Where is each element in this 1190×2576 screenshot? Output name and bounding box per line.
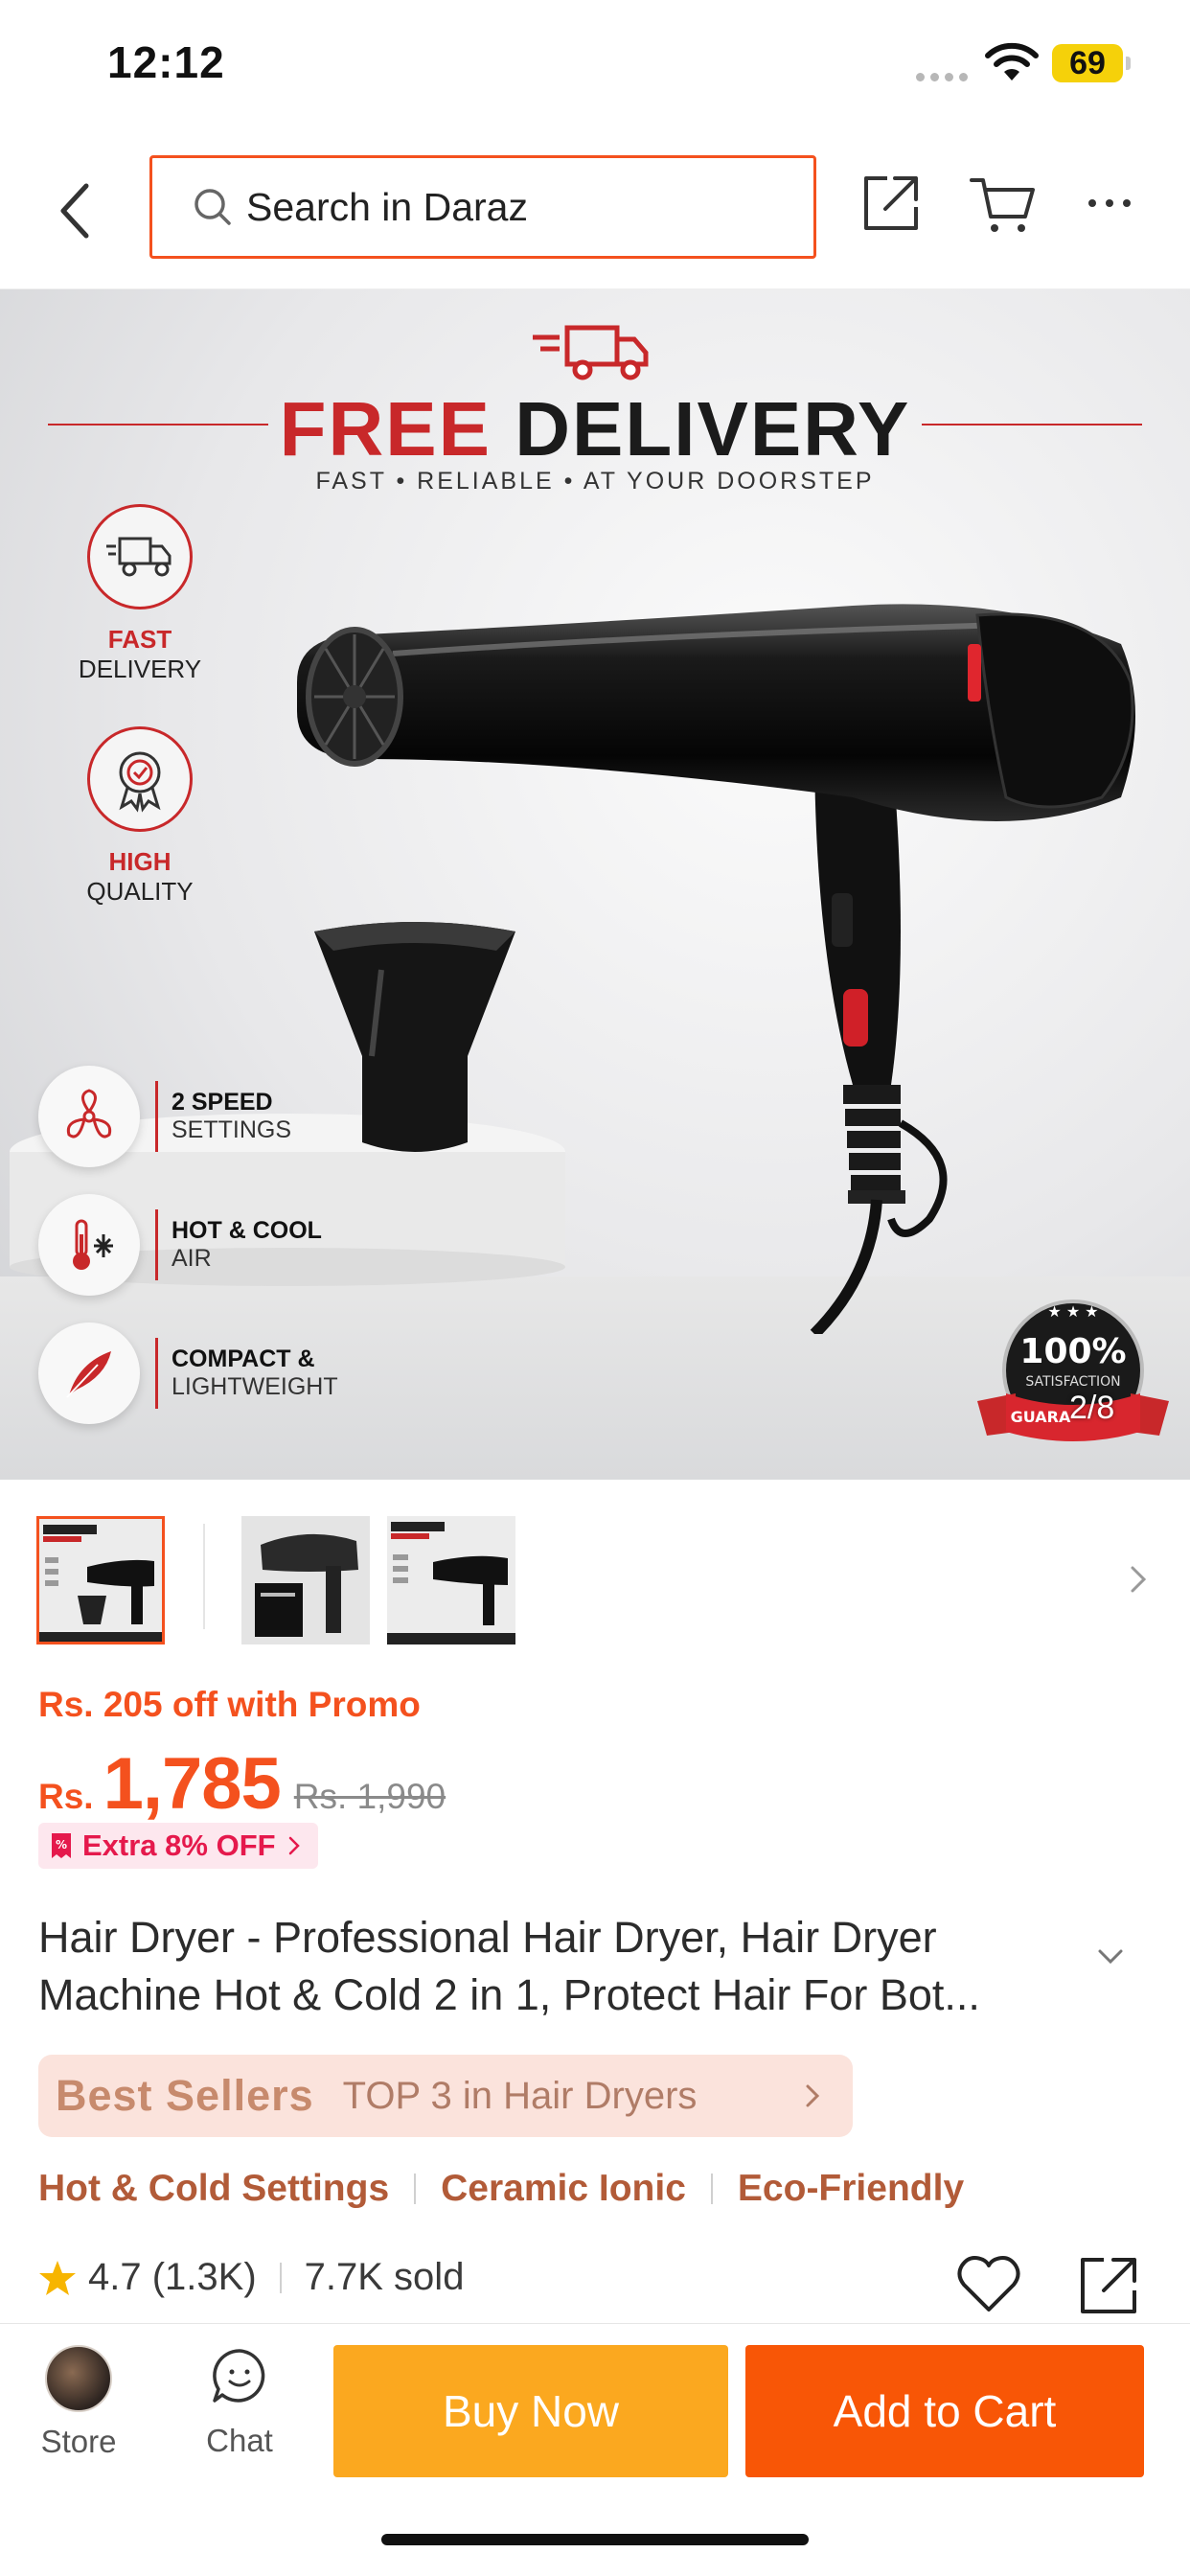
best-sellers-label: Best Sellers — [56, 2071, 314, 2120]
home-indicator — [381, 2534, 809, 2545]
feather-icon — [66, 1351, 111, 1398]
feature-title: 2 SPEED — [172, 1089, 273, 1116]
badge-fast-delivery: FAST DELIVERY — [73, 504, 207, 684]
feature-subtitle: AIR — [172, 1245, 212, 1272]
feature-tags: Hot & Cold Settings Ceramic Ionic Eco-Fr… — [38, 2168, 964, 2210]
extra-discount-chip[interactable]: % Extra 8% OFF — [38, 1823, 318, 1869]
store-logo — [45, 2345, 112, 2412]
buy-now-button[interactable]: Buy Now — [333, 2345, 728, 2477]
search-placeholder: Search in Daraz — [246, 184, 528, 229]
badge-label-dark: QUALITY — [86, 877, 194, 906]
svg-text:★ ★ ★: ★ ★ ★ — [1047, 1302, 1098, 1321]
seal-small: SATISFACTION — [1025, 1374, 1120, 1390]
badge-label-red: HIGH — [108, 847, 172, 876]
headline-free: FREE — [279, 386, 492, 472]
truck-icon — [106, 537, 172, 577]
product-image-gallery[interactable]: FREE DELIVERY FAST • RELIABLE • AT YOUR … — [0, 289, 1190, 1480]
search-input[interactable]: Search in Daraz — [149, 155, 816, 259]
thumbnail-1[interactable] — [36, 1516, 165, 1644]
chevron-right-icon[interactable] — [1127, 1562, 1150, 1597]
search-header: Search in Daraz — [0, 125, 1190, 289]
thumbnail-3[interactable] — [387, 1516, 515, 1644]
promo-text: Rs. 205 off with Promo — [38, 1685, 421, 1724]
badge-high-quality: HIGH QUALITY — [73, 726, 207, 907]
chevron-right-icon — [806, 2084, 820, 2107]
chat-icon — [213, 2349, 265, 2403]
thumbnail-image — [387, 1516, 515, 1644]
status-time: 12:12 — [107, 37, 225, 87]
sold-count: 7.7K sold — [304, 2256, 465, 2298]
banner-headline: FREE DELIVERY — [0, 385, 1190, 473]
feature-subtitle: SETTINGS — [172, 1116, 292, 1143]
rating-row[interactable]: 4.7 (1.3K) 7.7K sold — [38, 2256, 464, 2299]
original-price: Rs. 1,990 — [293, 1777, 446, 1816]
badge-label-red: FAST — [107, 625, 172, 654]
more-options-icon[interactable] — [1088, 199, 1131, 207]
image-counter: 2/8 — [1069, 1390, 1115, 1426]
price-row: Rs. 1,785 Rs. 1,990 — [38, 1742, 446, 1826]
feature-compact: COMPACT & LIGHTWEIGHT — [38, 1321, 338, 1426]
price-value: 1,785 — [103, 1743, 282, 1825]
add-to-cart-button[interactable]: Add to Cart — [745, 2345, 1144, 2477]
badge-label-dark: DELIVERY — [78, 655, 202, 683]
wifi-icon — [985, 42, 1039, 80]
seal-big: 100% — [1019, 1332, 1126, 1371]
delivery-truck-icon — [533, 325, 649, 380]
feature-title: COMPACT & — [172, 1346, 315, 1372]
chat-button[interactable]: Chat — [182, 2345, 297, 2479]
thumbnail-2[interactable] — [241, 1516, 370, 1644]
cellular-signal-icon — [916, 73, 968, 81]
store-label: Store — [40, 2424, 117, 2459]
store-button[interactable]: Store — [21, 2345, 136, 2479]
cart-icon[interactable] — [970, 174, 1037, 236]
fan-icon — [66, 1089, 112, 1138]
chat-label: Chat — [206, 2423, 273, 2458]
feature-2-speed: 2 SPEED SETTINGS — [38, 1064, 291, 1169]
extra-discount-text: Extra 8% OFF — [82, 1828, 276, 1862]
price-currency: Rs. — [38, 1777, 94, 1816]
battery-indicator: 69 — [1052, 44, 1131, 82]
quality-rosette-icon — [119, 751, 161, 813]
feature-title: HOT & COOL — [172, 1217, 322, 1244]
heart-icon[interactable] — [954, 2252, 1023, 2315]
star-icon — [39, 2260, 76, 2295]
tag-item: Eco-Friendly — [737, 2168, 965, 2209]
satisfaction-seal: ★ ★ ★ 100% SATISFACTION GUARA — [977, 1300, 1169, 1441]
tag-item: Ceramic Ionic — [441, 2168, 686, 2209]
thumbnail-image — [39, 1519, 162, 1642]
search-icon — [195, 189, 231, 225]
feature-hot-cool: HOT & COOL AIR — [38, 1192, 322, 1298]
seal-ribbon: GUARA — [1011, 1408, 1071, 1426]
best-sellers-rank: TOP 3 in Hair Dryers — [342, 2074, 698, 2117]
best-sellers-banner[interactable]: Best Sellers TOP 3 in Hair Dryers — [38, 2055, 853, 2137]
chevron-right-icon — [288, 1836, 300, 1855]
rating-value: 4.7 (1.3K) — [88, 2256, 257, 2298]
headline-delivery: DELIVERY — [515, 386, 911, 472]
svg-text:%: % — [56, 1838, 67, 1852]
product-title[interactable]: Hair Dryer - Professional Hair Dryer, Ha… — [38, 1909, 1092, 2024]
tag-item: Hot & Cold Settings — [38, 2168, 390, 2209]
share-icon[interactable] — [1077, 2254, 1140, 2317]
hair-dryer-image — [297, 604, 1135, 1334]
status-bar: 12:12 69 — [0, 0, 1190, 125]
thermometer-snowflake-icon — [73, 1219, 113, 1270]
thumbnail-image — [241, 1516, 370, 1644]
voucher-icon: % — [52, 1833, 71, 1858]
thumbnail-divider — [203, 1524, 205, 1629]
chevron-down-icon[interactable] — [1096, 1947, 1125, 1966]
thumbnail-strip — [0, 1514, 1190, 1648]
share-icon[interactable] — [860, 172, 922, 234]
back-button[interactable] — [50, 172, 103, 249]
feature-subtitle: LIGHTWEIGHT — [172, 1373, 338, 1400]
